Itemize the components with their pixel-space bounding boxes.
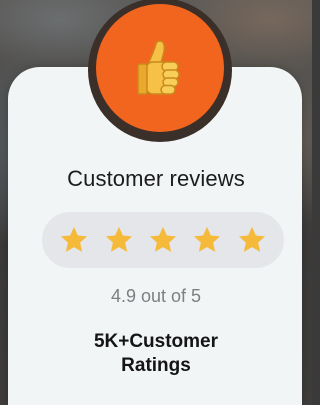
thumbs-up-icon — [137, 40, 180, 95]
ratings-count-line1: 5K+Customer — [93, 331, 219, 352]
thumbs-up-badge — [96, 4, 224, 132]
star-rating — [42, 212, 284, 268]
ratings-count: 5K+Customer Ratings — [0, 330, 312, 378]
ratings-count-line2: Ratings — [121, 355, 191, 376]
card-title: Customer reviews — [67, 166, 245, 191]
star-icon — [149, 226, 177, 252]
star-icon — [238, 226, 265, 252]
star-icon — [61, 226, 88, 252]
star-icon — [194, 226, 221, 252]
rating-score: 4.9 out of 5 — [110, 286, 202, 306]
star-icon — [105, 226, 132, 252]
